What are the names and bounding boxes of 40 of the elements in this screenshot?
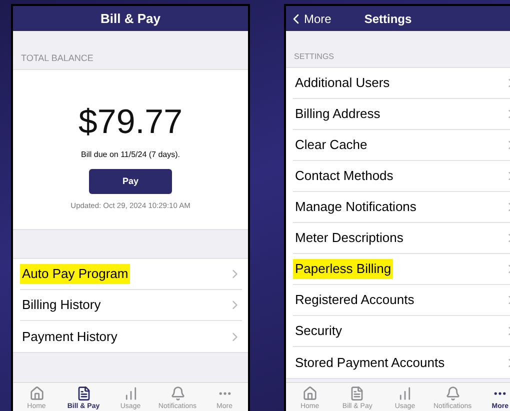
document-icon	[349, 386, 366, 401]
home-icon	[302, 386, 318, 401]
row-label: Meter Descriptions	[294, 229, 404, 248]
list-row[interactable]: Contact Methods	[286, 161, 510, 192]
row-label: Paperless Billing	[293, 259, 394, 279]
due-date-text: Bill due on 11/5/24 (7 days).	[80, 149, 180, 161]
list-row[interactable]: Clear Cache	[286, 130, 510, 161]
list-row[interactable]: Billing Address	[286, 99, 510, 130]
list-row[interactable]: Manage Notifications	[286, 192, 510, 223]
row-label: Security	[294, 322, 343, 340]
list-row[interactable]: Stored Payment Accounts	[286, 347, 510, 378]
screen-title: Bill & Pay	[100, 10, 160, 28]
row-label: Manage Notifications	[294, 198, 418, 216]
row-label: Contact Methods	[294, 167, 394, 186]
list-row[interactable]: Billing History	[13, 290, 248, 321]
list-row[interactable]: Additional Users	[286, 68, 510, 99]
back-button[interactable]: More	[286, 10, 332, 28]
row-label: Billing History	[21, 296, 102, 314]
row-label: Auto Pay Program	[20, 264, 130, 284]
row-label: Registered Accounts	[294, 291, 416, 310]
pay-button[interactable]: Pay	[89, 169, 172, 194]
row-label: Additional Users	[294, 74, 391, 92]
bell-icon	[444, 386, 461, 401]
document-icon	[76, 386, 92, 401]
row-label: Billing Address	[294, 105, 382, 124]
bell-icon	[170, 386, 186, 401]
list-row[interactable]: Security	[286, 316, 510, 347]
list-row[interactable]: Paperless Billing	[286, 254, 510, 285]
list-row[interactable]: Payment History	[13, 321, 248, 352]
list-row[interactable]: Meter Descriptions	[286, 223, 510, 254]
row-label: Payment History	[21, 328, 118, 346]
screen-title: Settings	[364, 10, 412, 28]
balance-amount: $79.77	[78, 102, 182, 142]
section-label: TOTAL BALANCE	[21, 52, 94, 64]
list-row[interactable]: Auto Pay Program	[13, 259, 248, 290]
row-label: Stored Payment Accounts	[294, 354, 446, 372]
home-icon	[28, 386, 44, 401]
row-label: Clear Cache	[294, 136, 368, 154]
section-label: SETTINGS	[294, 51, 334, 63]
list-row[interactable]: Registered Accounts	[286, 285, 510, 316]
